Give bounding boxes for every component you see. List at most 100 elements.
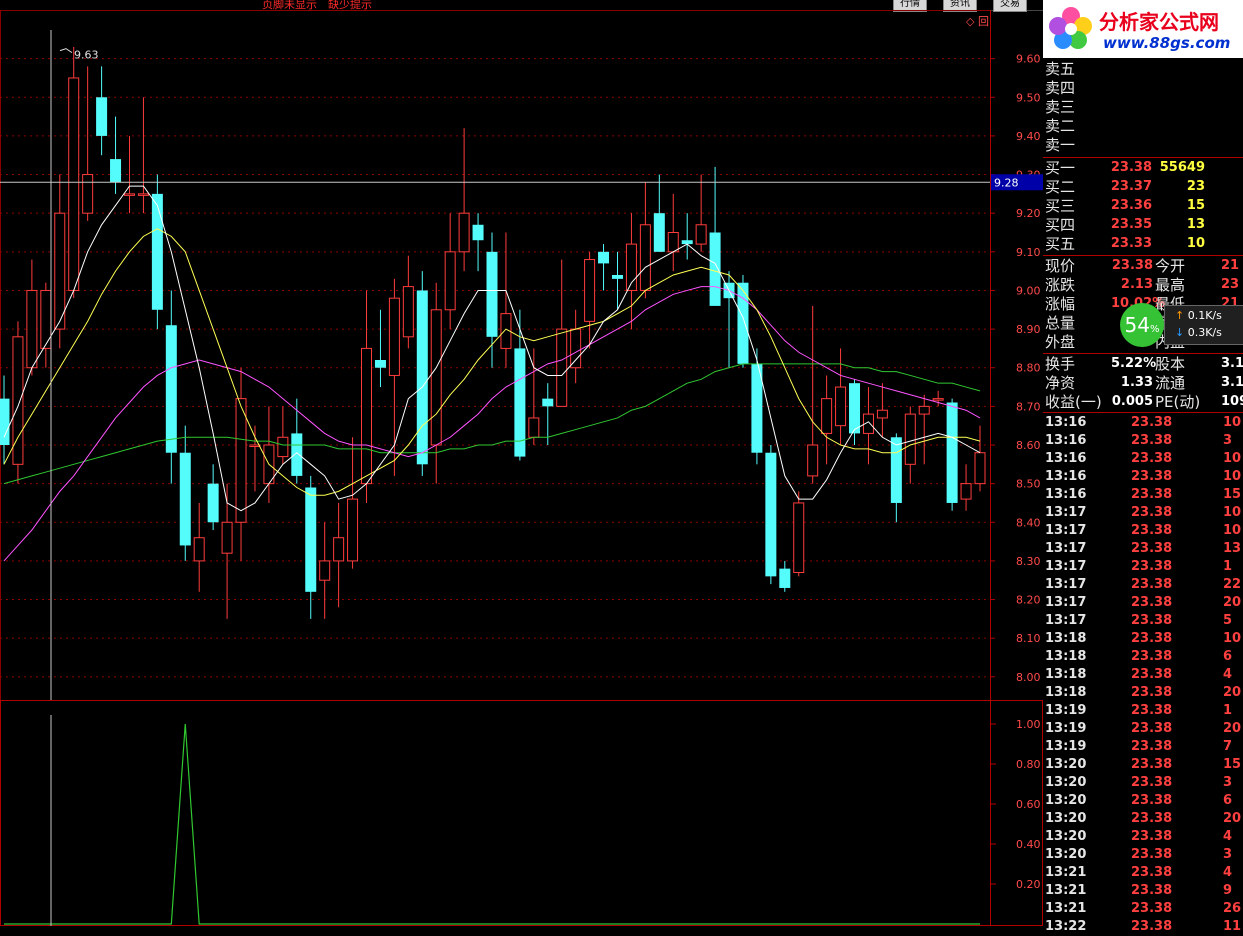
buy-level-label: 买二 [1045,178,1076,196]
tick-volume: 7 [1223,739,1233,754]
tick-price: 23.38 [1131,811,1173,826]
tick-price: 23.38 [1131,505,1173,520]
tick-volume: 10 [1223,505,1242,520]
candle [653,174,665,252]
tick-volume: 20 [1223,685,1242,700]
candle [835,348,847,445]
tick-volume: 5 [1223,613,1233,628]
tick-row: 13:18 23.38 4 [1043,666,1243,684]
quote-label-2: 最高 [1155,276,1186,294]
tick-time: 13:18 [1045,649,1087,664]
candle [807,305,819,484]
buy-level-label: 买一 [1045,159,1076,177]
buy-level-row: 买四 23.35 13 [1043,216,1243,234]
sell-level-label: 卖四 [1045,79,1076,97]
sell-level-label: 卖二 [1045,117,1076,135]
tick-price: 23.38 [1131,433,1173,448]
candle [26,259,38,376]
quote-value-2: 21 [1221,258,1240,273]
buy-level-label: 买五 [1045,235,1076,253]
tick-price: 23.38 [1131,487,1173,502]
buy-level-volume: 13 [1186,217,1205,232]
tick-price: 23.38 [1131,847,1173,862]
tick-time: 13:16 [1045,487,1087,502]
fundamental-label-2: PE(动) [1155,393,1201,411]
tick-price: 23.38 [1131,613,1173,628]
candle [151,174,163,330]
tick-row: 13:20 23.38 4 [1043,828,1243,846]
tick-volume: 3 [1223,775,1233,790]
indicator-axis-label: 0.80 [1016,758,1041,771]
tick-time: 13:20 [1045,757,1087,772]
quote-label: 现价 [1045,257,1076,275]
tick-time: 13:16 [1045,469,1087,484]
indicator-line [4,723,980,925]
crosshair-price-label: 9.28 [994,176,1019,189]
tick-price: 23.38 [1131,451,1173,466]
fundamental-value-2: 3.1 [1221,356,1243,371]
upload-speed: ↑ 0.1K/s [1175,309,1222,322]
tick-row: 13:20 23.38 20 [1043,810,1243,828]
tick-time: 13:20 [1045,811,1087,826]
tick-volume: 20 [1223,595,1242,610]
tick-time: 13:19 [1045,703,1087,718]
tick-row: 13:17 23.38 10 [1043,522,1243,540]
tick-time: 13:17 [1045,595,1087,610]
candle [207,464,219,530]
tick-volume: 10 [1223,415,1242,430]
fundamental-row: 换手 5.22% 股本 3.1 [1043,355,1243,373]
price-axis-label: 8.90 [1016,323,1041,336]
download-arrow-icon: ↓ [1175,326,1185,339]
tick-price: 23.38 [1131,469,1173,484]
indicator-chart[interactable]: 1.00 0.80 0.60 0.40 0.20 [0,700,1043,926]
price-axis-label: 8.80 [1016,362,1041,375]
indicator-axis-label: 0.60 [1016,798,1041,811]
buy-level-price: 23.35 [1110,217,1152,232]
candle [667,193,679,272]
price-axis-label: 8.20 [1016,594,1041,607]
fundamental-value: 5.22% [1111,356,1157,371]
sell-level-row: 卖五 [1043,60,1243,78]
price-axis-label: 9.60 [1016,53,1041,66]
candle [932,390,944,407]
tick-time: 13:17 [1045,613,1087,628]
candle [611,251,623,310]
tick-row: 13:21 23.38 4 [1043,864,1243,882]
candle [402,255,414,349]
candle [291,398,303,484]
tick-price: 23.38 [1131,667,1173,682]
quote-label: 涨跌 [1045,276,1076,294]
price-axis-label: 9.20 [1016,207,1041,220]
tick-row: 13:22 23.38 11 [1043,918,1243,936]
candle [918,394,930,465]
tick-row: 13:17 23.38 1 [1043,558,1243,576]
price-axis-label: 9.50 [1016,91,1041,104]
tick-row: 13:18 23.38 20 [1043,684,1243,702]
quote-label: 外盘 [1045,333,1076,351]
sell-level-label: 卖五 [1045,60,1076,78]
candlestick-chart[interactable]: 9.609.509.409.309.209.109.008.908.808.70… [0,10,1043,710]
tick-volume: 10 [1223,631,1242,646]
tick-price: 23.38 [1131,739,1173,754]
tick-volume: 1 [1223,559,1233,574]
divider [1043,255,1243,256]
network-speed-widget: 54% ↑ 0.1K/s ↓ 0.3K/s [1120,303,1243,347]
fundamental-label: 净资 [1045,374,1076,392]
flower-logo-icon [1049,7,1092,49]
tick-row: 13:16 23.38 15 [1043,486,1243,504]
upload-arrow-icon: ↑ [1175,309,1185,322]
tick-price: 23.38 [1131,703,1173,718]
buy-level-price: 23.37 [1110,179,1152,194]
tick-time: 13:16 [1045,415,1087,430]
buy-level-price: 23.36 [1110,198,1152,213]
candle [68,47,80,299]
tick-row: 13:17 23.38 13 [1043,540,1243,558]
tick-time: 13:17 [1045,559,1087,574]
candle [821,375,833,465]
speed-panel: ↑ 0.1K/s ↓ 0.3K/s [1164,305,1243,345]
tick-volume: 6 [1223,649,1233,664]
candle [40,282,52,368]
quote-value: 23.38 [1111,258,1153,273]
buy-level-row: 买一 23.38 55649 [1043,159,1243,177]
tick-row: 13:18 23.38 6 [1043,648,1243,666]
